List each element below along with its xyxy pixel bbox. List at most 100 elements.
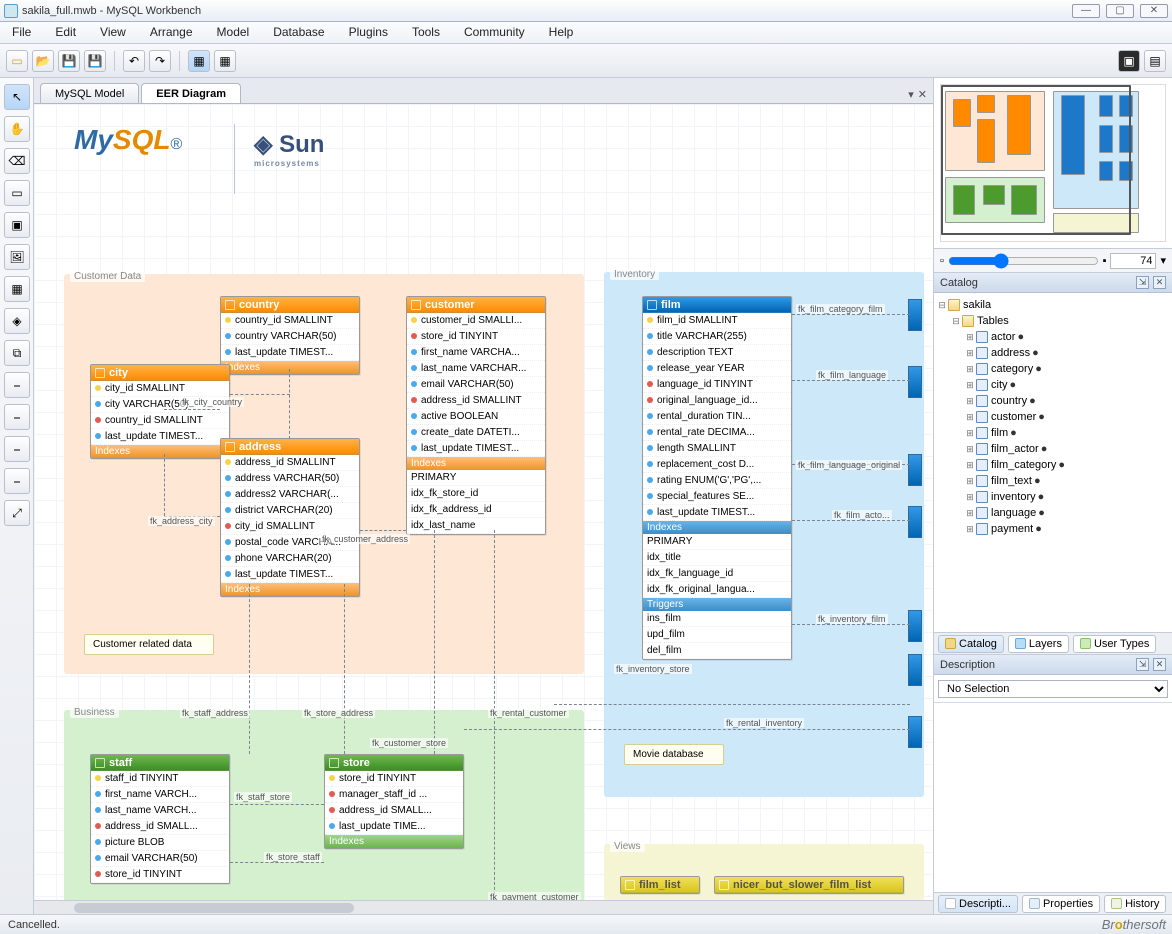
catalog-tree[interactable]: ⊟sakila ⊟Tables ⊞actor ●⊞address ●⊞categ… — [934, 293, 1172, 632]
layer-tool[interactable]: ▭ — [4, 180, 30, 206]
description-body[interactable] — [934, 703, 1172, 892]
panel-close-icon[interactable]: ✕ — [1153, 276, 1166, 289]
entity-film-list[interactable]: film_list — [620, 876, 700, 894]
image-tool[interactable]: 🖼 — [4, 244, 30, 270]
entity-stub[interactable] — [908, 454, 922, 486]
entity-staff[interactable]: staff staff_id TINYINT first_name VARCH.… — [90, 754, 230, 884]
expand-icon[interactable]: ⊟ — [950, 316, 962, 327]
note-inventory[interactable]: Movie database — [624, 744, 724, 765]
open-file-button[interactable]: 📂 — [32, 50, 54, 72]
tree-table-actor[interactable]: ⊞actor ● — [936, 329, 1170, 345]
menu-plugins[interactable]: Plugins — [337, 22, 400, 43]
hand-tool[interactable]: ✋ — [4, 116, 30, 142]
eraser-tool[interactable]: ⌫ — [4, 148, 30, 174]
diagram-overview[interactable] — [934, 78, 1172, 248]
expand-icon[interactable]: ⊞ — [964, 364, 976, 375]
tab-close-icon[interactable]: ✕ — [918, 88, 927, 101]
expand-icon[interactable]: ⊞ — [964, 492, 976, 503]
entity-stub[interactable] — [908, 506, 922, 538]
entity-stub[interactable] — [908, 299, 922, 331]
menu-community[interactable]: Community — [452, 22, 537, 43]
subtab-usertypes[interactable]: User Types — [1073, 635, 1156, 653]
entity-stub[interactable] — [908, 654, 922, 686]
expand-icon[interactable]: ⊞ — [964, 476, 976, 487]
tree-table-film[interactable]: ⊞film ● — [936, 425, 1170, 441]
rel-existing-tool[interactable]: ⤢ — [4, 500, 30, 526]
expand-icon[interactable]: ⊞ — [964, 380, 976, 391]
expand-icon[interactable]: ⊟ — [936, 300, 948, 311]
tab-mysql-model[interactable]: MySQL Model — [40, 83, 139, 103]
entity-film[interactable]: film film_id SMALLINT title VARCHAR(255)… — [642, 296, 792, 660]
menu-arrange[interactable]: Arrange — [138, 22, 205, 43]
menu-help[interactable]: Help — [537, 22, 586, 43]
rel-nton-tool[interactable]: ⎯ — [4, 468, 30, 494]
tree-table-customer[interactable]: ⊞customer ● — [936, 409, 1170, 425]
close-button[interactable]: ✕ — [1140, 4, 1168, 18]
tree-tables-folder[interactable]: ⊟Tables — [936, 313, 1170, 329]
entity-country[interactable]: country country_id SMALLINT country VARC… — [220, 296, 360, 375]
output-panel-button[interactable]: ▣ — [1118, 50, 1140, 72]
entity-city[interactable]: city city_id SMALLINT city VARCHAR(50) c… — [90, 364, 230, 459]
rel-1ton-id-tool[interactable]: ⎯ — [4, 436, 30, 462]
canvas-viewport[interactable]: MySQL® ◈ Sunmicrosystems Customer Data C… — [34, 104, 933, 900]
note-customer[interactable]: Customer related data — [84, 634, 214, 655]
zoom-value-input[interactable] — [1110, 253, 1156, 269]
tree-table-language[interactable]: ⊞language ● — [936, 505, 1170, 521]
tree-table-inventory[interactable]: ⊞inventory ● — [936, 489, 1170, 505]
tree-schema[interactable]: ⊟sakila — [936, 297, 1170, 313]
expand-icon[interactable]: ⊞ — [964, 412, 976, 423]
grid-toggle-button[interactable]: ▦ — [188, 50, 210, 72]
expand-icon[interactable]: ⊞ — [964, 444, 976, 455]
view-tool[interactable]: ◈ — [4, 308, 30, 334]
menu-database[interactable]: Database — [261, 22, 336, 43]
tree-table-film_category[interactable]: ⊞film_category ● — [936, 457, 1170, 473]
tree-table-payment[interactable]: ⊞payment ● — [936, 521, 1170, 537]
horizontal-scrollbar[interactable] — [34, 900, 933, 914]
expand-icon[interactable]: ⊞ — [964, 396, 976, 407]
expand-icon[interactable]: ⊞ — [964, 508, 976, 519]
save-button[interactable]: 💾 — [58, 50, 80, 72]
expand-icon[interactable]: ⊞ — [964, 332, 976, 343]
grid-snap-button[interactable]: ▦ — [214, 50, 236, 72]
entity-store[interactable]: store store_id TINYINT manager_staff_id … — [324, 754, 464, 849]
expand-icon[interactable]: ⊞ — [964, 428, 976, 439]
new-file-button[interactable]: ▭ — [6, 50, 28, 72]
menu-model[interactable]: Model — [205, 22, 262, 43]
tree-table-city[interactable]: ⊞city ● — [936, 377, 1170, 393]
side-panel-button[interactable]: ▤ — [1144, 50, 1166, 72]
panel-close-icon[interactable]: ✕ — [1153, 658, 1166, 671]
tree-table-address[interactable]: ⊞address ● — [936, 345, 1170, 361]
zoom-out-icon[interactable]: ▫ — [940, 255, 944, 267]
menu-tools[interactable]: Tools — [400, 22, 452, 43]
tree-table-film_actor[interactable]: ⊞film_actor ● — [936, 441, 1170, 457]
entity-stub[interactable] — [908, 716, 922, 748]
entity-stub[interactable] — [908, 366, 922, 398]
rel-1ton-tool[interactable]: ⎯ — [4, 404, 30, 430]
pin-icon[interactable]: ⇲ — [1136, 276, 1149, 289]
zoom-dropdown-icon[interactable]: ▾ — [1160, 254, 1166, 267]
entity-address[interactable]: address address_id SMALLINT address VARC… — [220, 438, 360, 597]
description-selector[interactable]: No Selection — [938, 680, 1168, 698]
redo-button[interactable]: ↷ — [149, 50, 171, 72]
menu-file[interactable]: File — [0, 22, 43, 43]
expand-icon[interactable]: ⊞ — [964, 460, 976, 471]
tab-dropdown-icon[interactable]: ▾ — [908, 88, 914, 101]
entity-stub[interactable] — [908, 610, 922, 642]
entity-nicer-film-list[interactable]: nicer_but_slower_film_list — [714, 876, 904, 894]
overview-viewport[interactable] — [941, 85, 1131, 235]
subtab-properties[interactable]: Properties — [1022, 895, 1100, 913]
table-tool[interactable]: ▦ — [4, 276, 30, 302]
maximize-button[interactable]: ▢ — [1106, 4, 1134, 18]
save-as-button[interactable]: 💾 — [84, 50, 106, 72]
entity-customer[interactable]: customer customer_id SMALLI... store_id … — [406, 296, 546, 535]
routine-tool[interactable]: ⧉ — [4, 340, 30, 366]
pin-icon[interactable]: ⇲ — [1136, 658, 1149, 671]
rel-1to1-tool[interactable]: ⎯ — [4, 372, 30, 398]
subtab-layers[interactable]: Layers — [1008, 635, 1069, 653]
diagram-canvas[interactable]: MySQL® ◈ Sunmicrosystems Customer Data C… — [34, 104, 933, 900]
tree-table-country[interactable]: ⊞country ● — [936, 393, 1170, 409]
tree-table-film_text[interactable]: ⊞film_text ● — [936, 473, 1170, 489]
note-tool[interactable]: ▣ — [4, 212, 30, 238]
tab-eer-diagram[interactable]: EER Diagram — [141, 83, 241, 103]
undo-button[interactable]: ↶ — [123, 50, 145, 72]
